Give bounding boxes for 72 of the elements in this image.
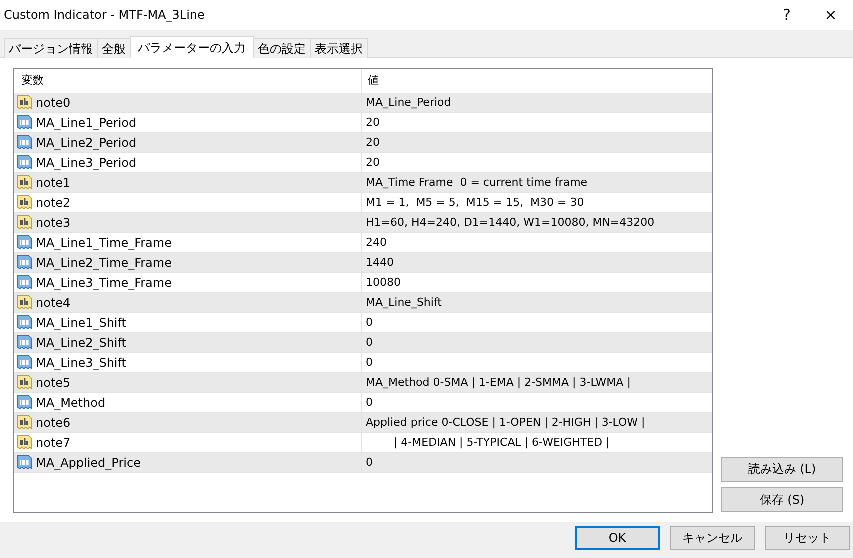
parameter-name: MA_Line2_Shift <box>36 336 126 348</box>
parameter-value[interactable]: MA_Line_Shift <box>362 297 442 308</box>
number-type-icon <box>17 154 33 170</box>
text-type-icon <box>17 434 33 450</box>
dialog-button[interactable]: リセット <box>765 526 850 550</box>
text-type-icon <box>17 194 33 210</box>
number-type-icon <box>17 254 33 270</box>
parameter-name: MA_Method <box>36 396 106 408</box>
number-type-icon <box>17 394 33 410</box>
number-type-icon <box>17 114 33 130</box>
dialog-button[interactable]: キャンセル <box>670 526 755 550</box>
save-button[interactable]: 保存 (S) <box>721 487 844 512</box>
number-type-icon <box>17 234 33 250</box>
number-type-icon <box>17 314 33 330</box>
parameter-value[interactable]: 0 <box>362 457 373 468</box>
parameter-name: MA_Line3_Shift <box>36 356 126 368</box>
text-type-icon <box>17 174 33 190</box>
dialog-button[interactable]: OK <box>575 526 660 550</box>
tab[interactable]: 色の設定 <box>253 38 311 58</box>
parameter-value[interactable]: 20 <box>362 117 380 128</box>
parameter-name: note1 <box>36 176 71 188</box>
close-button[interactable]: × <box>809 0 853 30</box>
text-type-icon <box>17 214 33 230</box>
parameter-value[interactable]: 240 <box>362 237 387 248</box>
parameter-value[interactable]: MA_Method 0-SMA | 1-EMA | 2-SMMA | 3-LWMA | <box>362 377 631 388</box>
parameter-value[interactable]: M1 = 1, M5 = 5, M15 = 15, M30 = 30 <box>362 197 584 208</box>
column-header[interactable]: 値 <box>362 72 379 90</box>
parameter-value[interactable]: 20 <box>362 157 380 168</box>
help-button[interactable]: ? <box>765 0 809 30</box>
parameter-value[interactable]: 0 <box>362 317 373 328</box>
column-header[interactable]: 変数 <box>22 72 44 90</box>
parameter-name: MA_Line3_Period <box>36 156 137 168</box>
number-type-icon <box>17 454 33 470</box>
load-button[interactable]: 読み込み (L) <box>721 456 844 482</box>
text-type-icon <box>17 294 33 310</box>
parameter-name: MA_Line1_Period <box>36 116 137 128</box>
parameter-value[interactable]: 1440 <box>362 257 394 268</box>
parameter-name: note2 <box>36 196 71 208</box>
number-type-icon <box>17 134 33 150</box>
window-title: Custom Indicator - MTF-MA_3Line <box>4 7 206 24</box>
tab[interactable]: パラメーターの入力 <box>130 36 254 58</box>
parameter-value[interactable]: 0 <box>362 337 373 348</box>
parameter-value[interactable]: 0 <box>362 397 373 408</box>
tab[interactable]: 表示選択 <box>310 38 368 58</box>
parameter-name: note3 <box>36 216 71 228</box>
parameter-name: MA_Line1_Time_Frame <box>36 236 172 248</box>
parameter-name: MA_Line1_Shift <box>36 316 126 328</box>
parameter-name: MA_Applied_Price <box>36 456 141 468</box>
parameter-value[interactable]: MA_Time Frame 0 = current time frame <box>362 177 588 188</box>
number-type-icon <box>17 334 33 350</box>
parameter-value[interactable]: 20 <box>362 137 380 148</box>
parameter-name: MA_Line2_Period <box>36 136 137 148</box>
parameter-name: MA_Line2_Time_Frame <box>36 256 172 268</box>
parameter-value[interactable]: | 4-MEDIAN | 5-TYPICAL | 6-WEIGHTED | <box>362 437 610 448</box>
parameter-value[interactable]: 10080 <box>362 277 401 288</box>
parameter-value[interactable]: MA_Line_Period <box>362 97 452 108</box>
parameter-name: note7 <box>36 436 71 448</box>
text-type-icon <box>17 94 33 110</box>
tab[interactable]: バージョン情報 <box>4 38 98 58</box>
parameter-name: note6 <box>36 416 71 428</box>
parameter-value[interactable]: H1=60, H4=240, D1=1440, W1=10080, MN=43200 <box>362 217 655 228</box>
number-type-icon <box>17 354 33 370</box>
parameter-value[interactable]: 0 <box>362 357 373 368</box>
tab[interactable]: 全般 <box>97 38 131 58</box>
parameter-name: note0 <box>36 96 71 108</box>
parameter-value[interactable]: Applied price 0-CLOSE | 1-OPEN | 2-HIGH | 3-LOW | <box>362 417 646 428</box>
number-type-icon <box>17 274 33 290</box>
parameter-name: note5 <box>36 376 71 388</box>
text-type-icon <box>17 414 33 430</box>
parameter-name: note4 <box>36 296 71 308</box>
parameter-name: MA_Line3_Time_Frame <box>36 276 172 288</box>
text-type-icon <box>17 374 33 390</box>
